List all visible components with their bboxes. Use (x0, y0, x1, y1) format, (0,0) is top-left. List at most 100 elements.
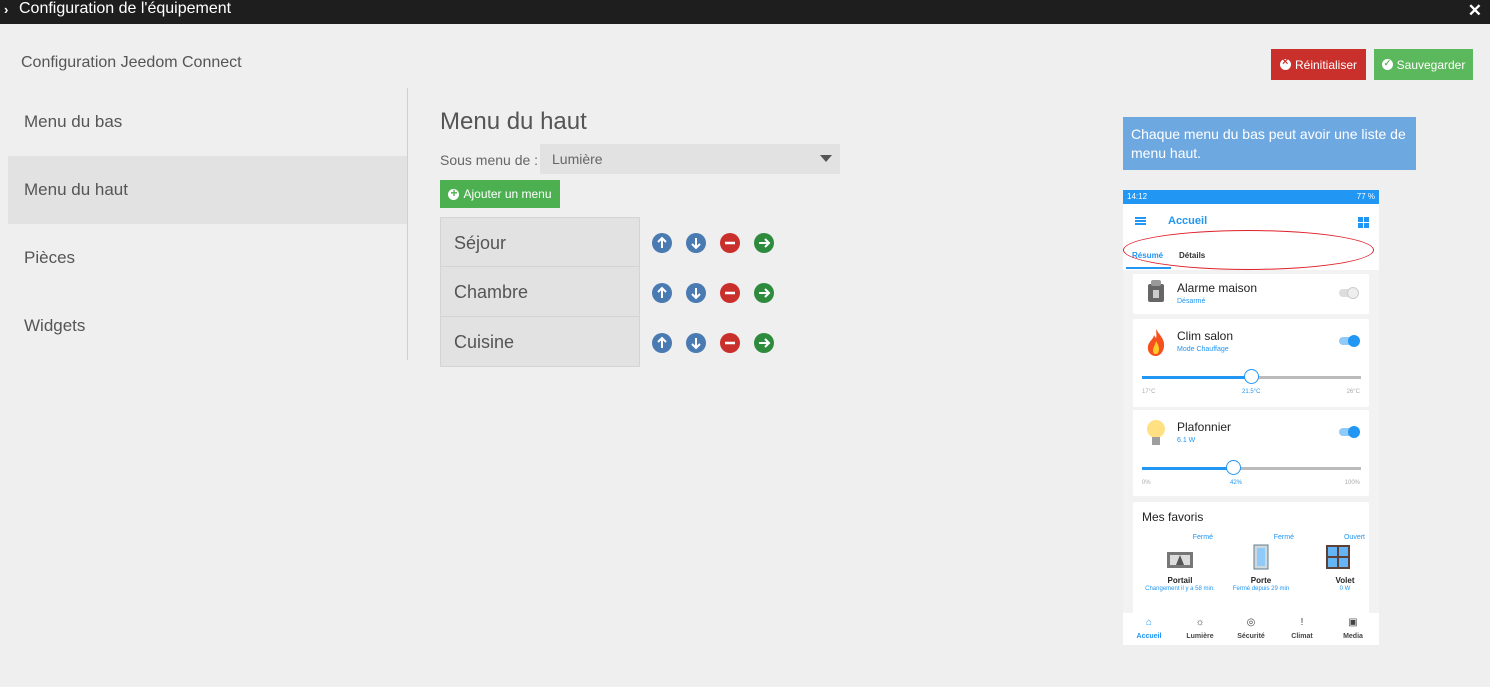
page-title: Configuration Jeedom Connect (21, 54, 242, 71)
menu-row-name[interactable]: Cuisine (440, 317, 640, 367)
flame-icon (1147, 329, 1165, 356)
submenu-select[interactable]: Lumière (540, 144, 840, 174)
slider-value: 42% (1230, 480, 1243, 486)
caret-down-icon (820, 155, 832, 162)
minus-icon[interactable] (720, 283, 740, 303)
favorite-name: Porte (1250, 576, 1272, 585)
favorite-sub: Changement il y a 58 min. (1145, 586, 1215, 592)
submenu-label: Sous menu de : (440, 152, 539, 168)
slider-knob (1243, 369, 1259, 384)
phone-bottom-nav: ⌂ Accueil ☼ Lumière ◎ Sécurité ǃ Climat … (1123, 613, 1379, 645)
toggle (1339, 426, 1360, 438)
slider-fill (1142, 376, 1252, 379)
slider-value: 21.5°C (1242, 389, 1261, 395)
nav-item: Accueil (1136, 633, 1162, 640)
favorite-status: Ouvert (1343, 534, 1365, 541)
favorite-sub: 0 W (1339, 586, 1351, 592)
toggle (1339, 335, 1360, 347)
minus-icon[interactable] (720, 333, 740, 353)
arrow-up-icon[interactable] (652, 233, 672, 253)
menu-row-name[interactable]: Chambre (440, 267, 640, 317)
arrow-up-icon[interactable] (652, 283, 672, 303)
favorite-status: Fermé (1192, 534, 1213, 541)
slider-max: 100% (1344, 480, 1360, 486)
nav-item: Climat (1291, 633, 1313, 640)
card-light: Plafonnier 6.1 W 0% 42% 100% (1133, 410, 1369, 496)
status-time: 14:12 (1127, 192, 1148, 201)
lightbulb-icon: ☼ (1195, 617, 1205, 628)
highlight-ellipse (1123, 230, 1374, 270)
minus-icon[interactable] (720, 233, 740, 253)
sidebar-item-menu-haut[interactable]: Menu du haut (8, 156, 407, 224)
phone-status-bar: 14:12 77 % (1123, 190, 1379, 204)
status-battery: 77 % (1356, 192, 1375, 201)
phone-app-title: Accueil (1168, 215, 1208, 227)
section-title: Menu du haut (440, 108, 587, 135)
card-sub: Mode Chauffage (1177, 346, 1229, 353)
card-sub: Désarmé (1177, 298, 1206, 305)
submenu-select-value: Lumière (552, 151, 603, 167)
slider-min: 17°C (1142, 389, 1156, 395)
thermometer-icon: ǃ (1300, 617, 1304, 628)
arrow-right-icon[interactable] (754, 233, 774, 253)
card-name: Alarme maison (1177, 281, 1258, 295)
add-menu-button[interactable]: Ajouter un menu (440, 180, 560, 208)
check-circle-icon (1381, 58, 1393, 70)
favorite-item: Ouvert Volet 0 W (1307, 532, 1367, 612)
nav-item: Sécurité (1237, 633, 1265, 640)
save-button-label: Sauvegarder (1396, 57, 1466, 72)
door-icon (1253, 544, 1269, 570)
favorite-name: Portail (1167, 576, 1193, 585)
arrow-up-icon[interactable] (652, 333, 672, 353)
menu-row-name[interactable]: Séjour (440, 217, 640, 267)
arrow-right-icon[interactable] (754, 333, 774, 353)
arrow-down-icon[interactable] (686, 333, 706, 353)
toggle (1339, 287, 1359, 299)
save-button[interactable]: Sauvegarder (1374, 49, 1473, 80)
card-name: Plafonnier (1177, 420, 1232, 434)
shield-icon: ◎ (1246, 617, 1256, 628)
media-icon: ▣ (1348, 617, 1358, 628)
times-circle-icon (1279, 56, 1291, 70)
slider (1142, 369, 1361, 384)
card-alarm: Alarme maison Désarmé (1133, 274, 1369, 314)
favorites-title: Mes favoris (1142, 510, 1204, 524)
home-icon: ⌂ (1145, 617, 1153, 628)
favorite-sub: Fermé depuis 29 min (1232, 586, 1290, 592)
chevron-right-icon: › (4, 2, 9, 17)
sidebar-item-widgets[interactable]: Widgets (8, 292, 407, 360)
arrow-down-icon[interactable] (686, 283, 706, 303)
favorite-name: Volet (1335, 576, 1355, 585)
window-titlebar: › Configuration de l'équipement ✕ (0, 0, 1490, 24)
sidebar-item-menu-bas[interactable]: Menu du bas (8, 88, 407, 156)
reset-button[interactable]: Réinitialiser (1271, 49, 1366, 80)
arrow-right-icon[interactable] (754, 283, 774, 303)
nav-item: Media (1343, 633, 1363, 640)
tab-underline (1126, 267, 1171, 269)
window-icon (1326, 545, 1350, 569)
lightbulb-icon (1147, 420, 1165, 445)
favorite-status: Fermé (1273, 534, 1294, 541)
favorite-item: Fermé Porte Fermé depuis 29 min (1226, 532, 1296, 612)
close-icon[interactable]: ✕ (1468, 1, 1482, 21)
gate-icon (1167, 552, 1193, 568)
card-name: Clim salon (1177, 329, 1234, 343)
arrow-down-icon[interactable] (686, 233, 706, 253)
nav-item: Lumière (1186, 633, 1214, 640)
card-clim: Clim salon Mode Chauffage 17°C 21.5°C 26… (1133, 319, 1369, 407)
alarm-icon (1148, 280, 1164, 302)
add-menu-button-label: Ajouter un menu (463, 187, 552, 201)
sidebar: Menu du bas Menu du haut Pièces Widgets (8, 88, 408, 360)
card-sub: 6.1 W (1177, 437, 1196, 444)
reset-button-label: Réinitialiser (1294, 57, 1358, 72)
slider-max: 26°C (1346, 389, 1360, 395)
slider (1142, 460, 1361, 475)
grid-icon (1358, 217, 1369, 228)
slider-min: 0% (1142, 480, 1151, 486)
slider-fill (1142, 467, 1234, 470)
hamburger-icon (1135, 217, 1146, 225)
card-favorites: Mes favoris Fermé Portail Changement il … (1133, 502, 1369, 614)
favorite-item: Fermé Portail Changement il y a 58 min. (1145, 532, 1215, 612)
info-tip: Chaque menu du bas peut avoir une liste … (1123, 117, 1416, 170)
sidebar-item-pieces[interactable]: Pièces (8, 224, 407, 292)
